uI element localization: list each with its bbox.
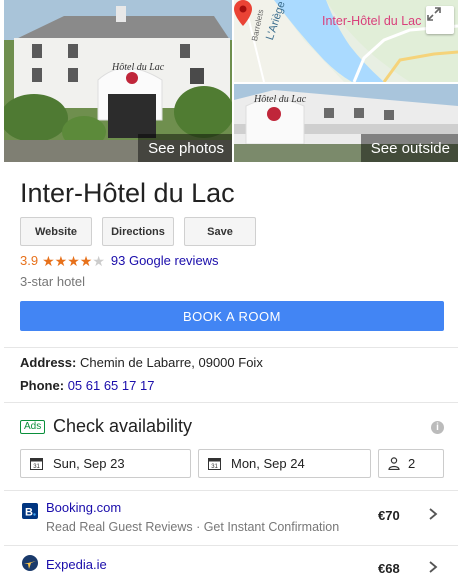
check-in-date-picker[interactable]: 31 Sun, Sep 23	[20, 449, 191, 478]
calendar-icon: 31	[30, 458, 43, 470]
map-thumbnail[interactable]: Barrelets L'Ariège Inter-Hôtel du Lac	[234, 0, 458, 82]
save-button[interactable]: Save	[184, 217, 256, 246]
expedia-logo-icon	[22, 555, 38, 571]
guests-value: 2	[408, 456, 416, 471]
hotel-main-photo[interactable]: Hôtel du Lac See photos	[4, 0, 232, 162]
svg-text:B: B	[25, 507, 33, 519]
svg-text:Hôtel du Lac: Hôtel du Lac	[111, 62, 165, 73]
offer-price: €70	[378, 508, 400, 523]
offer-provider-name[interactable]: Booking.com	[46, 500, 121, 515]
person-icon	[388, 457, 400, 470]
photo-gallery: Hôtel du Lac See photos Barrelets L'Ariè…	[4, 0, 458, 162]
address-label: Address:	[20, 355, 77, 370]
check-in-value: Sun, Sep 23	[53, 456, 125, 471]
offer-row-booking[interactable]: B Booking.com Read Real Guest Reviews · …	[4, 492, 458, 542]
star-icon: ★	[42, 252, 55, 269]
book-room-button[interactable]: BOOK A ROOM	[20, 301, 444, 331]
star-empty-icon: ★	[92, 252, 105, 269]
divider	[4, 545, 458, 546]
check-out-value: Mon, Sep 24	[231, 456, 305, 471]
svg-text:Hôtel du Lac: Hôtel du Lac	[253, 94, 307, 105]
chevron-right-icon[interactable]	[428, 560, 438, 574]
see-outside-button[interactable]: See outside	[360, 134, 458, 162]
calendar-icon: 31	[208, 458, 221, 470]
info-icon[interactable]: i	[431, 421, 444, 434]
offer-price: €68	[378, 561, 400, 576]
phone-link[interactable]: 05 61 65 17 17	[68, 378, 155, 393]
map-image	[234, 0, 458, 82]
reviews-link[interactable]: 93 Google reviews	[111, 253, 219, 268]
expand-map-button[interactable]	[426, 6, 454, 34]
booking-logo-icon: B	[22, 503, 38, 519]
action-buttons: Website Directions Save	[20, 217, 256, 246]
divider	[4, 490, 458, 491]
phone-label: Phone:	[20, 378, 65, 393]
expand-icon	[427, 7, 441, 21]
address-row: Address: Chemin de Labarre, 09000 Foix	[20, 355, 263, 370]
phone-row: Phone: 05 61 65 17 17	[20, 378, 154, 393]
map-hotel-label: Inter-Hôtel du Lac	[322, 14, 422, 28]
address-value: Chemin de Labarre, 09000 Foix	[79, 355, 263, 370]
svg-text:31: 31	[33, 464, 40, 470]
check-availability-title: Check availability	[53, 416, 193, 436]
guests-selector[interactable]: 2	[378, 449, 444, 478]
rating-value: 3.9	[20, 253, 39, 268]
check-out-date-picker[interactable]: 31 Mon, Sep 24	[198, 449, 371, 478]
chevron-right-icon[interactable]	[428, 507, 438, 521]
map-pin-icon[interactable]	[234, 0, 252, 26]
see-photos-button[interactable]: See photos	[138, 134, 232, 162]
offer-provider-name[interactable]: Expedia.ie	[46, 557, 107, 572]
rating-row: 3.9 ★ ★ ★ ★ ★ 93 Google reviews	[20, 253, 219, 268]
street-view-thumbnail[interactable]: Hôtel du Lac See outside	[234, 84, 458, 162]
website-button[interactable]: Website	[20, 217, 92, 246]
divider	[4, 402, 458, 403]
star-icon: ★	[79, 252, 93, 269]
star-icon: ★	[67, 252, 80, 269]
svg-text:31: 31	[211, 464, 218, 470]
offer-description: Read Real Guest Reviews · Get Instant Co…	[46, 520, 340, 534]
star-icon: ★	[54, 252, 68, 269]
star-rating: ★ ★ ★ ★ ★	[42, 254, 105, 268]
ads-badge: Ads	[20, 420, 46, 434]
hotel-class: 3-star hotel	[20, 274, 86, 289]
offer-row-expedia[interactable]: Expedia.ie €68	[4, 547, 458, 578]
divider	[4, 347, 458, 348]
hotel-name: Inter-Hôtel du Lac	[20, 178, 235, 208]
directions-button[interactable]: Directions	[102, 217, 174, 246]
